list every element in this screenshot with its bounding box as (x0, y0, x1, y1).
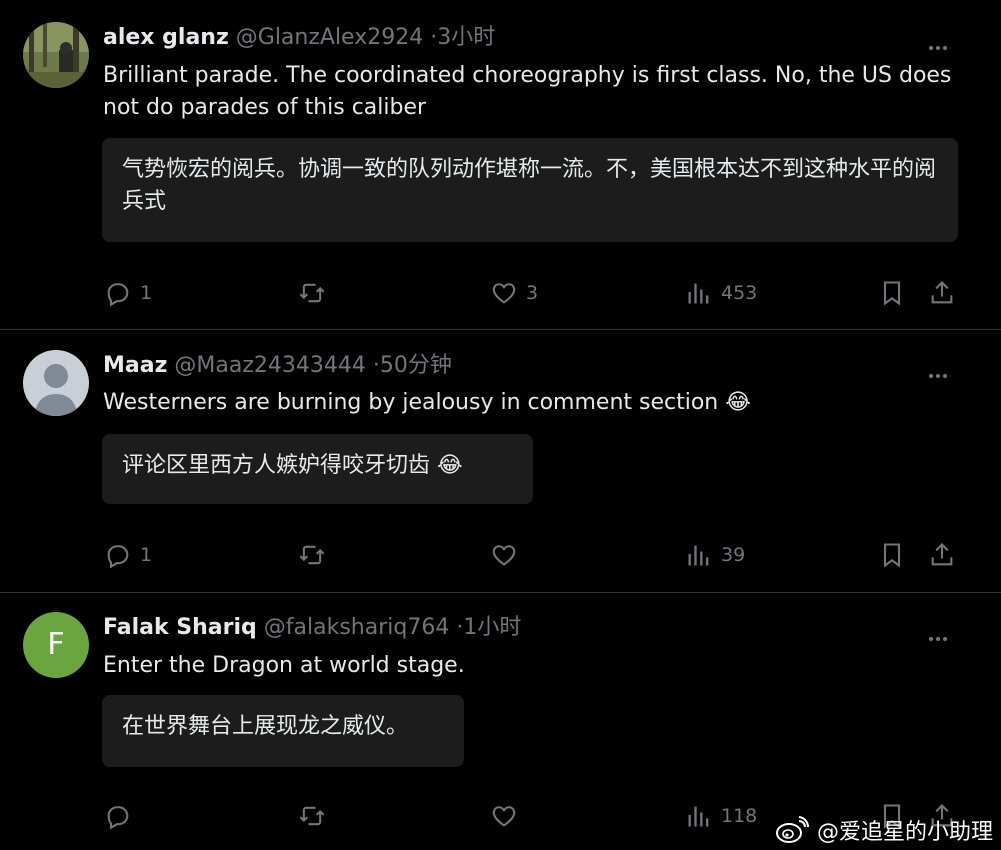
post-text: Enter the Dragon at world stage. (103, 653, 465, 678)
repost-icon (299, 283, 325, 303)
post[interactable]: Maaz @Maaz24343444 ·50分钟 Westerners are … (0, 330, 1001, 592)
avatar[interactable] (23, 350, 89, 416)
heart-icon (492, 283, 516, 304)
views-icon (688, 806, 709, 827)
repost-button[interactable] (298, 540, 326, 570)
reply-button[interactable]: 1 (104, 540, 152, 570)
display-name[interactable]: alex glanz (103, 25, 229, 50)
reply-icon (107, 545, 129, 569)
timestamp[interactable]: 3小时 (437, 25, 495, 50)
bookmark-icon (883, 543, 901, 568)
share-icon (931, 543, 953, 566)
reply-count: 1 (140, 282, 153, 304)
like-button[interactable]: 3 (490, 278, 538, 308)
share-icon (931, 281, 953, 304)
avatar-photo (23, 22, 89, 88)
watermark-text: @爱追星的小助理 (816, 820, 993, 845)
more-options-icon[interactable] (929, 626, 955, 641)
bookmark-button[interactable] (878, 278, 906, 308)
view-count: 453 (721, 282, 758, 304)
post-text: Brilliant parade. The coordinated choreo… (103, 63, 952, 120)
timestamp[interactable]: 1小时 (463, 615, 521, 640)
translation-box: 在世界舞台上展现龙之威仪。 (102, 695, 464, 767)
avatar[interactable]: F (23, 612, 89, 678)
bookmark-icon (883, 281, 901, 306)
action-bar: 1 3 453 (0, 278, 1001, 308)
reply-feed: alex glanz @GlanzAlex2924 ·3小时 Brilliant… (0, 0, 1001, 850)
bookmark-button[interactable] (878, 540, 906, 570)
like-button[interactable] (490, 801, 518, 831)
display-name[interactable]: Maaz (103, 353, 167, 378)
view-count: 39 (721, 544, 746, 566)
avatar[interactable] (23, 22, 89, 88)
share-button[interactable] (928, 540, 956, 570)
display-name[interactable]: Falak Shariq (103, 615, 257, 640)
post-header: Maaz @Maaz24343444 ·50分钟 (103, 351, 452, 381)
heart-icon (492, 806, 516, 827)
timestamp[interactable]: 50分钟 (380, 353, 452, 378)
like-count: 3 (526, 282, 539, 304)
views-button[interactable]: 118 (685, 801, 757, 831)
separator: · (372, 353, 380, 378)
post[interactable]: alex glanz @GlanzAlex2924 ·3小时 Brilliant… (0, 0, 1001, 330)
views-button[interactable]: 39 (685, 540, 745, 570)
post-header: Falak Shariq @falakshariq764 ·1小时 (103, 613, 521, 643)
handle[interactable]: @Maaz24343444 (174, 353, 365, 378)
translation-box: 评论区里西方人嫉妒得咬牙切齿 😂 (102, 434, 533, 504)
default-avatar-icon (23, 350, 89, 416)
views-button[interactable]: 453 (685, 278, 757, 308)
views-icon (688, 545, 709, 566)
view-count: 118 (721, 805, 758, 827)
repost-icon (299, 806, 325, 826)
watermark: @爱追星的小助理 (775, 814, 993, 846)
post-text: Westerners are burning by jealousy in co… (103, 390, 751, 415)
reply-icon (107, 283, 129, 307)
reply-icon (107, 806, 129, 830)
more-options-icon[interactable] (929, 35, 955, 50)
handle[interactable]: @GlanzAlex2924 (236, 25, 423, 50)
like-button[interactable] (490, 540, 518, 570)
repost-icon (299, 545, 325, 565)
reply-button[interactable] (104, 801, 132, 831)
avatar-letter: F (47, 627, 65, 662)
reply-count: 1 (140, 544, 153, 566)
repost-button[interactable] (298, 801, 326, 831)
views-icon (688, 283, 709, 304)
action-bar: 1 39 (0, 540, 1001, 570)
repost-button[interactable] (298, 278, 326, 308)
handle[interactable]: @falakshariq764 (264, 615, 450, 640)
post-header: alex glanz @GlanzAlex2924 ·3小时 (103, 23, 495, 53)
share-button[interactable] (928, 278, 956, 308)
reply-button[interactable]: 1 (104, 278, 152, 308)
translation-box: 气势恢宏的阅兵。协调一致的队列动作堪称一流。不，美国根本达不到这种水平的阅兵式 (102, 138, 958, 242)
post[interactable]: F Falak Shariq @falakshariq764 ·1小时 Ente… (0, 593, 1001, 850)
more-options-icon[interactable] (929, 363, 955, 378)
heart-icon (492, 545, 516, 566)
weibo-logo-icon (775, 816, 809, 843)
